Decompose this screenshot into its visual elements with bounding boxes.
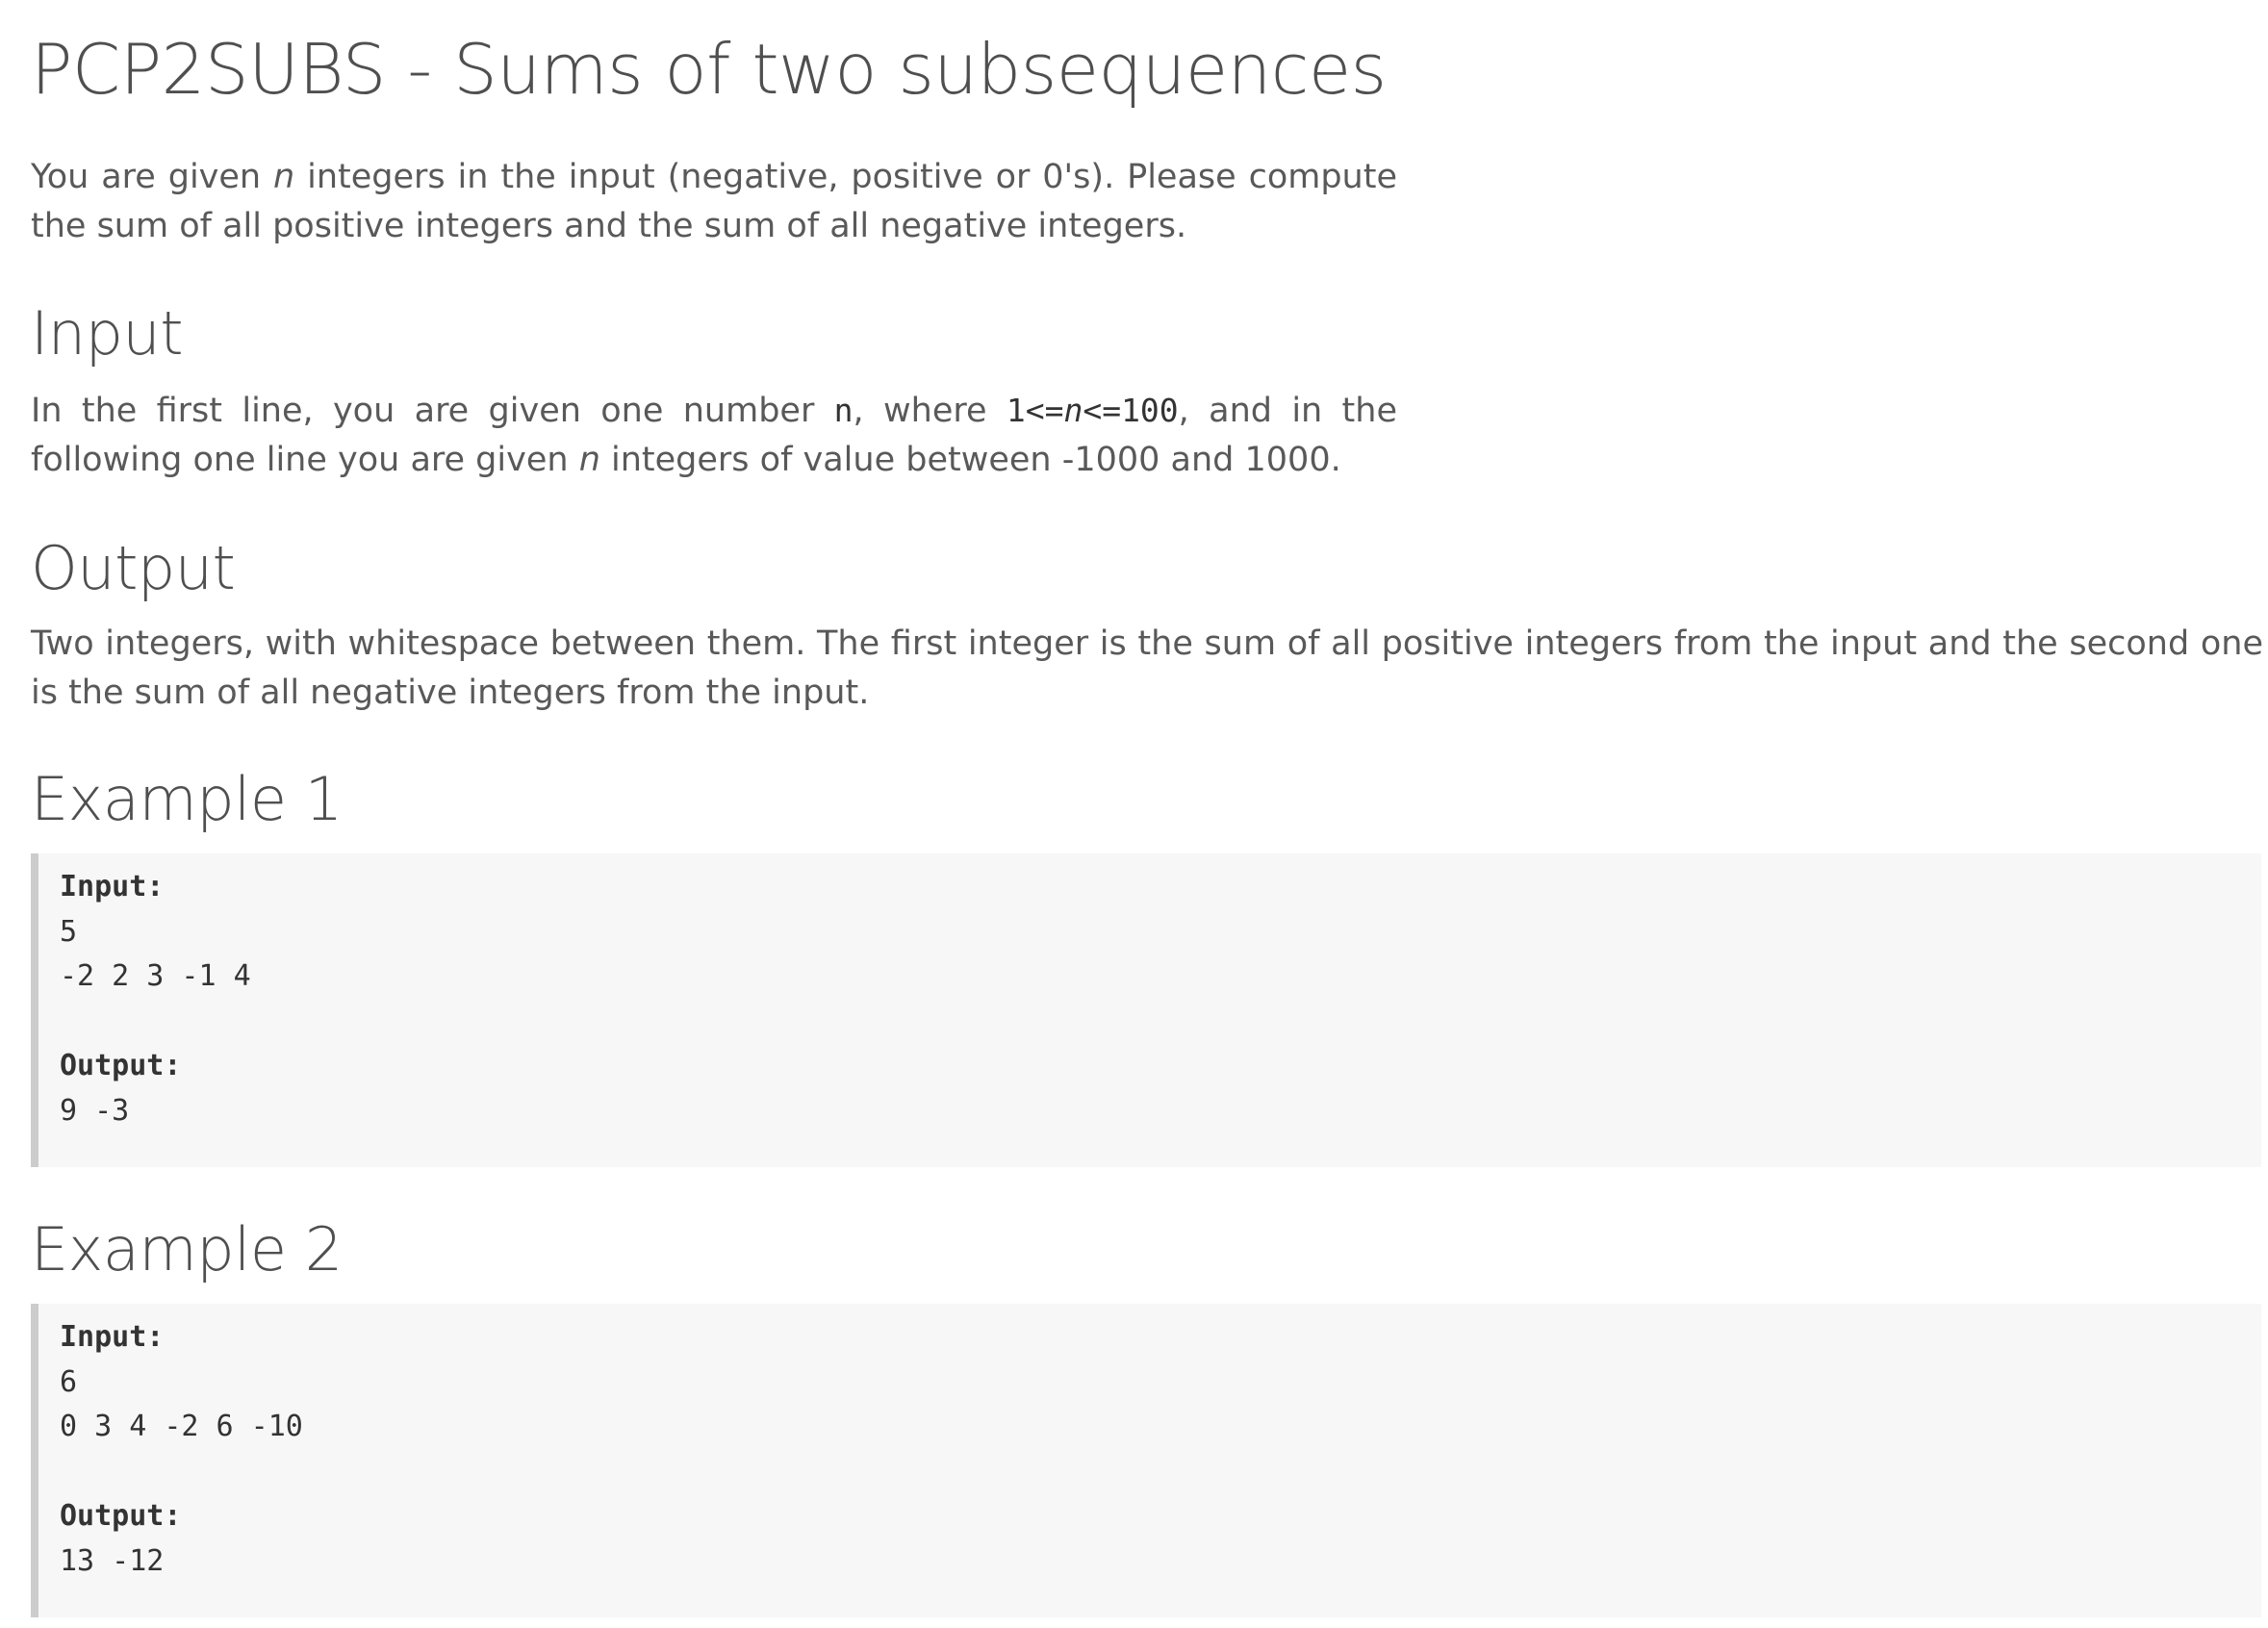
statement-text: You are given bbox=[31, 158, 274, 196]
input-text: integers of value between -1000 and 1000… bbox=[599, 441, 1341, 479]
input-text: In the first line, you are given one num… bbox=[31, 392, 834, 430]
code-range-upper: <=100 bbox=[1083, 392, 1179, 429]
example-input-line: 6 bbox=[60, 1364, 78, 1399]
code-range: 1<=n<=100 bbox=[1007, 392, 1179, 429]
example-output-line: 13 -12 bbox=[60, 1543, 165, 1578]
page-title: PCP2SUBS - Sums of two subsequences bbox=[31, 29, 1387, 110]
example-2-heading: Example 2 bbox=[31, 1214, 343, 1285]
code-range-var: n bbox=[1063, 392, 1083, 429]
example-output-label: Output: bbox=[60, 1049, 182, 1082]
problem-page: PCP2SUBS - Sums of two subsequences You … bbox=[0, 0, 2268, 1628]
output-heading: Output bbox=[31, 533, 236, 603]
example-output-label: Output: bbox=[60, 1499, 182, 1533]
variable-n: n bbox=[578, 441, 600, 479]
input-description: In the first line, you are given one num… bbox=[31, 386, 1397, 485]
example-input-label: Input: bbox=[60, 1320, 165, 1354]
code-range-lower: 1<= bbox=[1006, 392, 1064, 429]
example-input-line: 0 3 4 -2 6 -10 bbox=[60, 1410, 303, 1443]
variable-n: n bbox=[273, 158, 295, 196]
example-input-line: 5 bbox=[60, 914, 78, 949]
input-heading: Input bbox=[31, 298, 184, 369]
example-1-block: Input: 5 -2 2 3 -1 4 Output: 9 -3 bbox=[31, 853, 2261, 1167]
example-2-block: Input: 6 0 3 4 -2 6 -10 Output: 13 -12 bbox=[31, 1304, 2261, 1617]
problem-statement: You are given n integers in the input (n… bbox=[31, 153, 1397, 251]
input-text: , where bbox=[853, 392, 1007, 430]
example-output-line: 9 -3 bbox=[60, 1093, 130, 1128]
example-1-heading: Example 1 bbox=[31, 764, 343, 834]
output-description: Two integers, with whitespace between th… bbox=[31, 624, 2263, 712]
code-n: n bbox=[833, 392, 854, 429]
example-input-line: -2 2 3 -1 4 bbox=[60, 959, 251, 993]
example-input-label: Input: bbox=[60, 870, 165, 903]
